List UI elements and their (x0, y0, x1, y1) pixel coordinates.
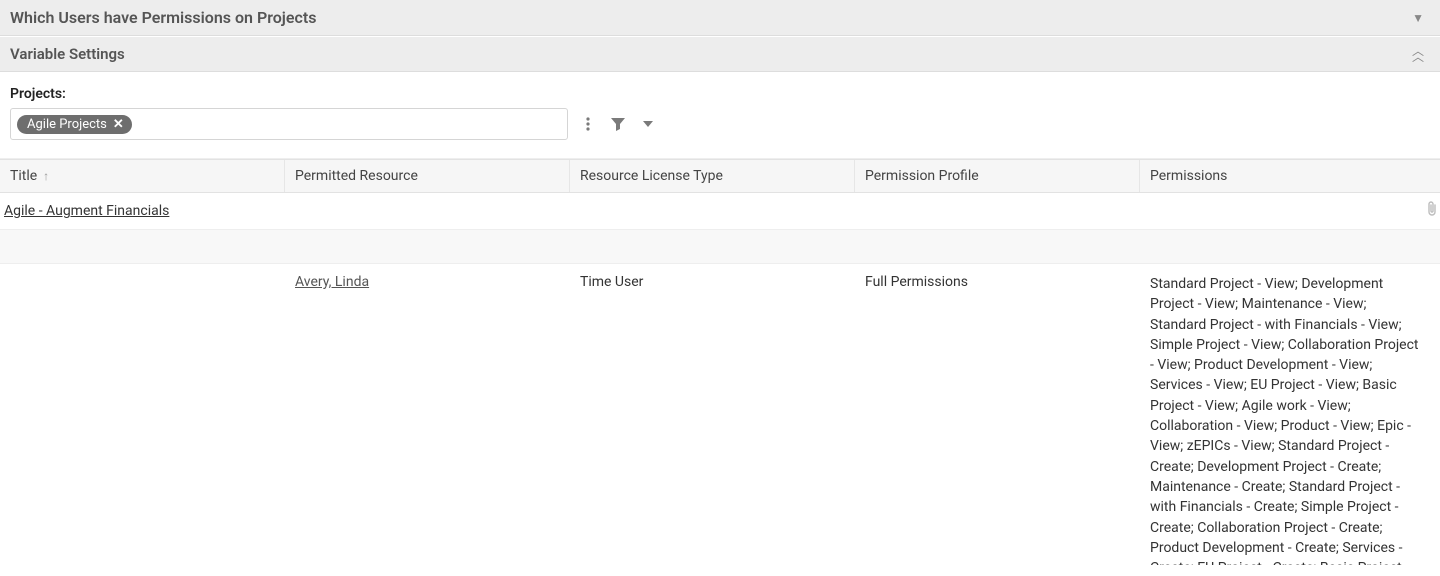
col-header-permitted-resource[interactable]: Permitted Resource (285, 160, 570, 192)
variable-settings-body: Projects: Agile Projects ✕ (0, 72, 1440, 159)
more-options-icon[interactable] (578, 116, 598, 132)
permitted-resource-link[interactable]: Avery, Linda (295, 274, 369, 290)
col-header-pr-label: Permitted Resource (295, 168, 418, 184)
sort-ascending-icon: ↑ (43, 169, 49, 183)
project-chip-label: Agile Projects (27, 117, 107, 132)
col-header-perm-label: Permissions (1150, 168, 1227, 184)
col-header-title-label: Title (10, 168, 37, 184)
dropdown-caret-icon[interactable] (638, 118, 658, 130)
cell-permitted-resource: Avery, Linda (285, 264, 570, 565)
variable-settings-title: Variable Settings (10, 45, 125, 63)
projects-input[interactable]: Agile Projects ✕ (10, 108, 568, 140)
cell-title (0, 264, 285, 565)
project-chip: Agile Projects ✕ (17, 115, 132, 134)
cell-permission-profile: Full Permissions (855, 264, 1140, 565)
collapse-caret-icon[interactable]: ▼ (1406, 11, 1430, 25)
table-column-headers: Title ↑ Permitted Resource Resource Lice… (0, 159, 1440, 193)
report-header: Which Users have Permissions on Projects… (0, 0, 1440, 36)
col-header-title[interactable]: Title ↑ (0, 160, 285, 192)
report-title: Which Users have Permissions on Projects (10, 8, 316, 27)
table-row: Avery, Linda Time User Full Permissions … (0, 264, 1440, 565)
results-table: Title ↑ Permitted Resource Resource Lice… (0, 159, 1440, 565)
cell-permissions: Standard Project - View; Development Pro… (1140, 264, 1440, 565)
table-group-row: Agile - Augment Financials (0, 193, 1440, 230)
col-header-permissions[interactable]: Permissions (1140, 160, 1440, 192)
attachment-icon[interactable] (1426, 201, 1438, 221)
variable-settings-header: Variable Settings ︿︿ (0, 36, 1440, 72)
col-header-resource-license-type[interactable]: Resource License Type (570, 160, 855, 192)
group-title-link[interactable]: Agile - Augment Financials (4, 203, 169, 219)
projects-row: Agile Projects ✕ (10, 108, 1430, 140)
filter-icon[interactable] (608, 116, 628, 132)
collapse-double-chevron-icon[interactable]: ︿︿ (1406, 48, 1430, 60)
col-header-rlt-label: Resource License Type (580, 168, 723, 184)
col-header-permission-profile[interactable]: Permission Profile (855, 160, 1140, 192)
col-header-pp-label: Permission Profile (865, 168, 979, 184)
cell-resource-license-type: Time User (570, 264, 855, 565)
projects-label: Projects: (10, 86, 1430, 102)
table-spacer-row (0, 230, 1440, 264)
chip-remove-icon[interactable]: ✕ (113, 117, 124, 132)
